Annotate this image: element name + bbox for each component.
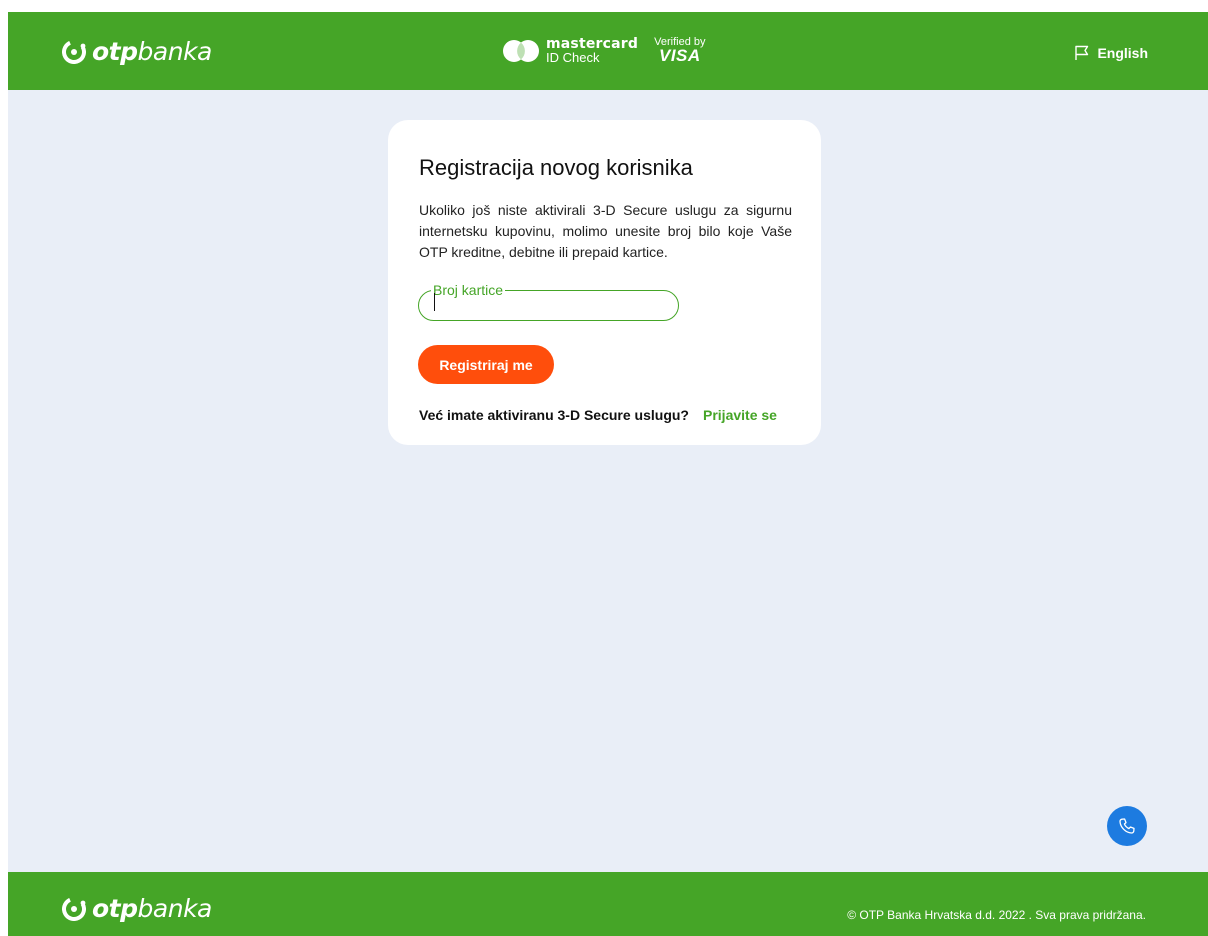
- header-logo[interactable]: otp banka: [62, 37, 212, 66]
- page-title: Registracija novog korisnika: [419, 155, 693, 180]
- logo-otp-text: otp: [92, 894, 138, 923]
- footer-logo[interactable]: otp banka: [62, 894, 212, 923]
- text-caret: [434, 293, 435, 311]
- otp-logo-icon: [62, 896, 86, 921]
- page: otp banka mastercard ID Check Verified by…: [8, 12, 1208, 936]
- footer: otp banka © OTP Banka Hrvatska d.d. 2022 …: [8, 872, 1208, 936]
- call-button[interactable]: [1107, 806, 1147, 846]
- card-number-field[interactable]: Broj kartice: [418, 283, 679, 321]
- login-row: Već imate aktiviranu 3-D Secure uslugu? …: [419, 407, 777, 423]
- login-link[interactable]: Prijavite se: [703, 407, 777, 423]
- logo-otp-text: otp: [92, 37, 138, 66]
- security-brands: mastercard ID Check Verified by VISA: [502, 36, 706, 65]
- mastercard-id-check: mastercard ID Check: [546, 37, 638, 65]
- mastercard-icon: [503, 40, 539, 62]
- language-switch[interactable]: English: [1074, 45, 1148, 61]
- logo-banka-text: banka: [137, 37, 213, 66]
- registration-description: Ukoliko još niste aktivirali 3-D Secure …: [419, 202, 792, 260]
- card-number-input[interactable]: [433, 292, 663, 314]
- register-button[interactable]: Registriraj me: [418, 345, 554, 384]
- header: otp banka mastercard ID Check Verified by…: [8, 12, 1208, 90]
- visa-text: VISA: [658, 46, 701, 65]
- login-prompt: Već imate aktiviranu 3-D Secure uslugu?: [419, 407, 689, 423]
- logo-banka-text: banka: [137, 894, 213, 923]
- language-label: English: [1097, 45, 1148, 61]
- copyright-text: © OTP Banka Hrvatska d.d. 2022 . Sva pra…: [847, 908, 1146, 922]
- verified-by-visa: Verified by VISA: [654, 36, 705, 65]
- otp-logo-icon: [62, 39, 86, 64]
- registration-card: Registracija novog korisnika Ukoliko još…: [388, 120, 821, 445]
- flag-icon: [1075, 45, 1089, 60]
- phone-icon: [1119, 818, 1135, 834]
- mastercard-sub: ID Check: [546, 50, 600, 65]
